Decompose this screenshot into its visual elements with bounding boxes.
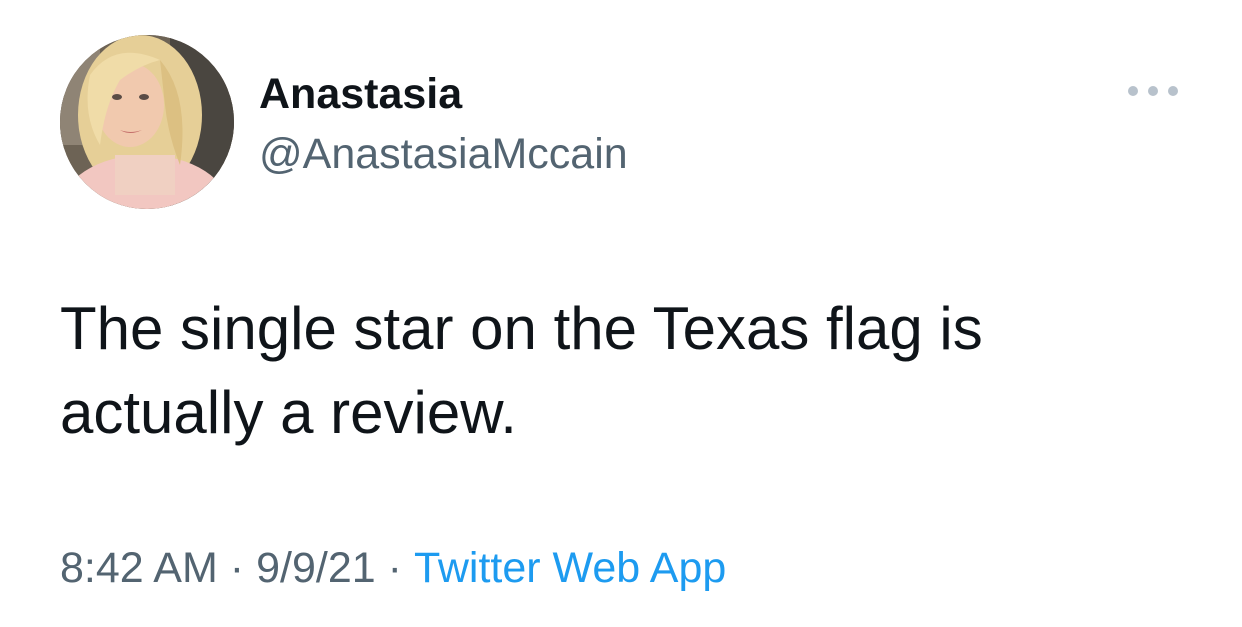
display-name[interactable]: Anastasia — [259, 68, 462, 120]
tweet-card: Anastasia @AnastasiaMccain The single st… — [0, 0, 1242, 627]
more-dot — [1168, 86, 1178, 96]
more-options-icon[interactable] — [1128, 78, 1178, 104]
tweet-text: The single star on the Texas flag is act… — [60, 295, 983, 446]
avatar-image — [60, 35, 234, 209]
avatar[interactable] — [60, 35, 234, 209]
tweet-metadata: 8:42 AM · 9/9/21 · Twitter Web App — [60, 538, 726, 598]
more-dot — [1148, 86, 1158, 96]
tweet-date[interactable]: 9/9/21 — [256, 544, 376, 592]
user-handle[interactable]: @AnastasiaMccain — [259, 128, 628, 180]
more-dot — [1128, 86, 1138, 96]
tweet-source-link[interactable]: Twitter Web App — [414, 544, 726, 592]
meta-separator: · — [387, 544, 402, 592]
tweet-time[interactable]: 8:42 AM — [60, 544, 218, 592]
meta-separator: · — [229, 544, 245, 592]
